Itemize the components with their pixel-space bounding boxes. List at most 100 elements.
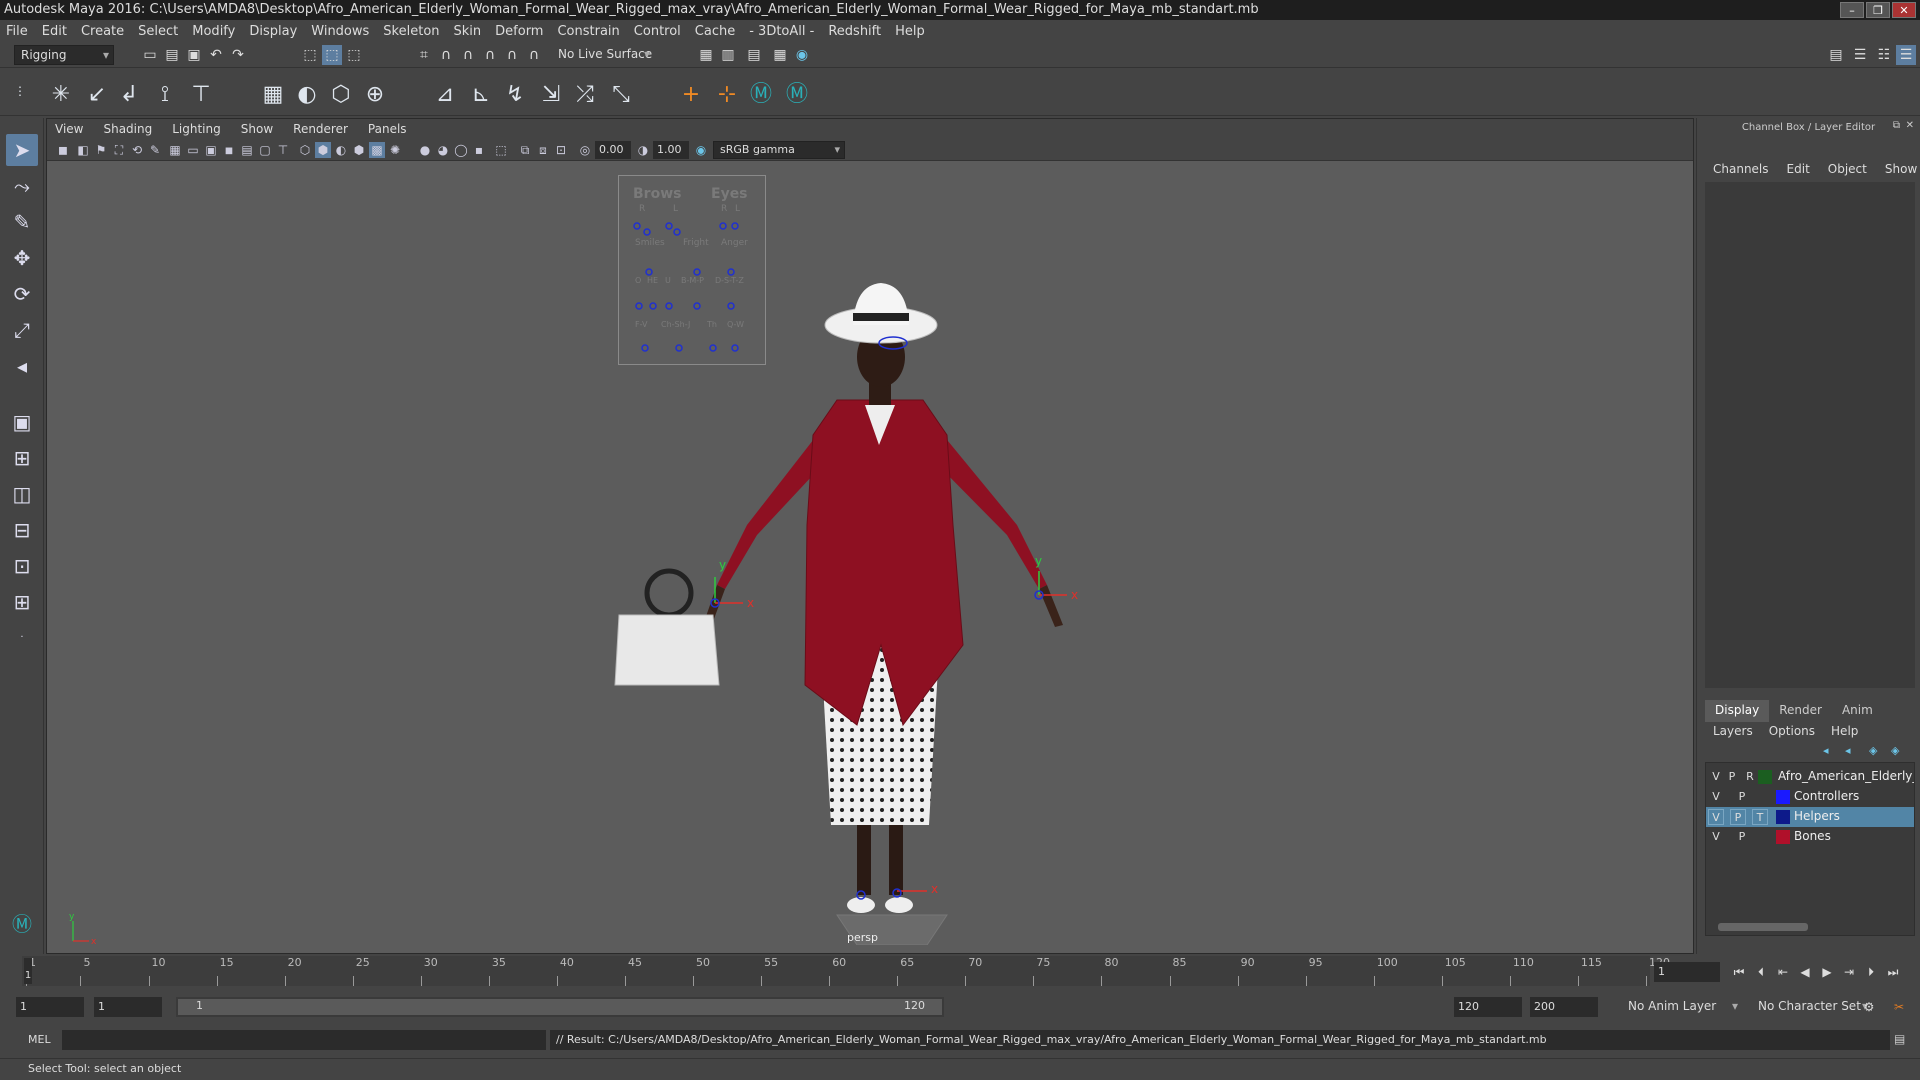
locator-icon[interactable]: + [676,80,706,110]
shadows-icon[interactable]: ✺ [387,142,403,158]
range-slider-bar[interactable] [178,999,942,1015]
playback-end-field[interactable]: 120 [1454,997,1522,1017]
bookmark-icon[interactable]: ⚑ [93,142,109,158]
current-time-marker[interactable]: 1 [24,958,32,984]
joint-tool-icon[interactable]: ✳ [46,80,76,110]
command-input[interactable] [62,1030,546,1050]
menu-skeleton[interactable]: Skeleton [383,24,439,39]
viewport-menu-shading[interactable]: Shading [103,122,152,136]
layer-color-swatch[interactable] [1758,770,1772,784]
attribute-editor-icon[interactable]: ☰ [1850,45,1870,65]
ik-handle-icon[interactable]: ↙ [82,80,112,110]
screen-space-ao-icon[interactable]: ● [417,142,433,158]
maximize-button[interactable]: ❐ [1866,2,1890,18]
gate-mask-icon[interactable]: ◾ [221,142,237,158]
menu-edit[interactable]: Edit [42,24,67,39]
new-empty-layer-icon[interactable]: ◈ [1869,744,1877,757]
3dtoall-rig-icon[interactable]: Ⓜ [782,80,812,110]
play-forward-icon[interactable]: ▶ [1818,964,1836,980]
layer-playback[interactable]: P [1734,829,1750,845]
color-management-icon[interactable]: ◉ [693,142,709,158]
layer-row[interactable]: V P Controllers [1706,787,1914,807]
isolate-select-icon[interactable]: ⬚ [493,142,509,158]
viewport-menu-view[interactable]: View [55,122,83,136]
channels-menu[interactable]: Channels [1713,162,1769,176]
tab-anim[interactable]: Anim [1832,700,1883,722]
select-component-icon[interactable]: ⬚ [344,45,364,65]
2d-pan-icon[interactable]: ⟲ [129,142,145,158]
menu-select[interactable]: Select [138,24,178,39]
hypershade-persp-icon[interactable]: ⊞ [6,586,38,618]
gamma-field[interactable]: 1.00 [653,141,689,159]
new-layer-selected-icon[interactable]: ◈ [1891,744,1899,757]
last-tool-icon[interactable]: ◂ [6,350,38,382]
wireframe-icon[interactable]: ⬡ [297,142,313,158]
graph-persp-icon[interactable]: ⊡ [6,550,38,582]
step-back-frame-icon[interactable]: ⏴ [1752,964,1770,980]
tool-settings-icon[interactable]: ☷ [1874,45,1894,65]
layer-visibility[interactable]: V [1708,769,1724,785]
field-chart-icon[interactable]: ▤ [239,142,255,158]
layer-color-swatch[interactable] [1776,830,1790,844]
textured-icon[interactable]: ⬢ [351,142,367,158]
safe-title-icon[interactable]: ⊤ [275,142,291,158]
wireframe-on-shaded-icon[interactable]: ◐ [333,142,349,158]
exposure-icon[interactable]: ◎ [577,142,593,158]
menuset-dropdown[interactable]: Rigging [14,45,114,65]
bind-skin-icon[interactable]: ▦ [258,80,288,110]
time-slider-track[interactable]: 1 5 10 15 20 25 30 35 40 45 50 55 60 65 70 75 80 85 90 95 10… [22,956,1670,986]
exposure-field[interactable]: 0.00 [595,141,631,159]
snap-curve-icon[interactable]: ∩ [436,45,456,65]
cluster-icon[interactable]: ⊕ [360,80,390,110]
layer-color-swatch[interactable] [1776,790,1790,804]
xray-active-icon[interactable]: ⧈ [535,142,551,158]
redo-icon[interactable]: ↷ [228,45,248,65]
smooth-shade-icon[interactable]: ⬢ [315,142,331,158]
parent-constraint-icon[interactable]: ⤮ [570,80,600,110]
hypershade-icon[interactable]: ◉ [792,45,812,65]
snap-live-icon[interactable]: ∩ [524,45,544,65]
float-panel-icon[interactable]: ⧉ [1893,120,1900,131]
move-layer-up-icon[interactable]: ◂ [1823,744,1829,757]
viewport-menu-renderer[interactable]: Renderer [293,122,348,136]
channel-show-menu[interactable]: Show [1885,162,1917,176]
snap-surface-icon[interactable]: ∩ [502,45,522,65]
xray-icon[interactable]: ⧉ [517,142,533,158]
channel-object-menu[interactable]: Object [1828,162,1867,176]
rotate-tool-icon[interactable]: ⟳ [6,278,38,310]
safe-action-icon[interactable]: ▢ [257,142,273,158]
character-model[interactable]: y x y x x [607,225,1167,945]
range-slider-track[interactable]: 1 120 [176,997,944,1017]
script-editor-icon[interactable]: ▤ [1894,1032,1905,1046]
script-language-label[interactable]: MEL [28,1033,51,1046]
channel-box-toggle-icon[interactable]: ☰ [1896,45,1916,65]
image-plane-icon[interactable]: ⛶ [111,142,127,158]
new-scene-icon[interactable]: ▭ [140,45,160,65]
open-scene-icon[interactable]: ▤ [162,45,182,65]
layer-playback[interactable]: P [1724,769,1740,785]
motion-blur-icon[interactable]: ◕ [435,142,451,158]
ipr-render-icon[interactable]: ▤ [744,45,764,65]
step-back-key-icon[interactable]: ⇤ [1774,964,1792,980]
grease-pencil-icon[interactable]: ✎ [147,142,163,158]
use-all-lights-icon[interactable]: ▩ [369,142,385,158]
layer-help-menu[interactable]: Help [1831,724,1858,738]
paint-select-tool-icon[interactable]: ✎ [6,206,38,238]
move-layer-down-icon[interactable]: ◂ [1845,744,1851,757]
channel-box-area[interactable] [1705,182,1915,688]
anim-layer-dropdown[interactable]: No Anim Layer [1622,997,1742,1017]
shelf-options-icon[interactable]: ⋮ [12,76,28,106]
point-constraint-icon[interactable]: ⊿ [430,80,460,110]
select-hierarchy-icon[interactable]: ⬚ [300,45,320,65]
anti-aliasing-icon[interactable]: ◯ [453,142,469,158]
layer-visibility[interactable]: V [1708,789,1724,805]
auto-key-icon[interactable]: ⚙ [1860,999,1878,1015]
render-frame-icon[interactable]: ▥ [718,45,738,65]
viewport-panel[interactable]: View Shading Lighting Show Renderer Pane… [46,118,1694,954]
menu-windows[interactable]: Windows [311,24,369,39]
menu-constrain[interactable]: Constrain [557,24,619,39]
viewport-menu-panels[interactable]: Panels [368,122,407,136]
resolution-gate-icon[interactable]: ▣ [203,142,219,158]
layer-playback[interactable]: P [1730,809,1746,825]
viewport-menu-show[interactable]: Show [241,122,273,136]
